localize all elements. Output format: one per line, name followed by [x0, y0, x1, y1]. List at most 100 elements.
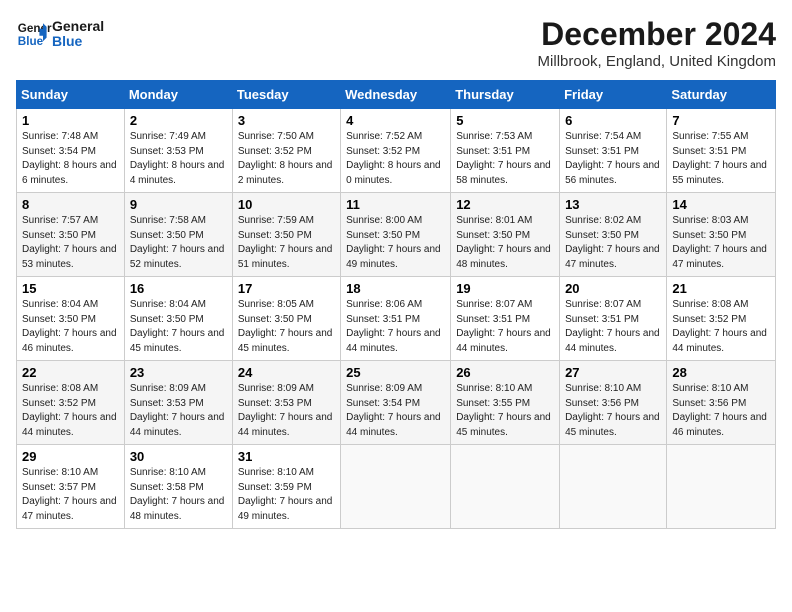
daylight-label: Daylight: 7 hours and 48 minutes. — [456, 244, 551, 270]
sunrise-label: Sunrise: 7:55 AM — [672, 131, 748, 142]
day-info: Sunrise: 8:03 AM Sunset: 3:50 PM Dayligh… — [672, 214, 770, 272]
sunset-label: Sunset: 3:52 PM — [22, 398, 96, 409]
calendar-week-row: 1 Sunrise: 7:48 AM Sunset: 3:54 PM Dayli… — [17, 109, 776, 193]
daylight-label: Daylight: 7 hours and 51 minutes. — [238, 244, 333, 270]
sunrise-label: Sunrise: 8:08 AM — [22, 383, 98, 394]
sunset-label: Sunset: 3:51 PM — [346, 314, 420, 325]
day-info: Sunrise: 8:02 AM Sunset: 3:50 PM Dayligh… — [565, 214, 661, 272]
sunrise-label: Sunrise: 8:10 AM — [22, 467, 98, 478]
day-number: 15 — [22, 281, 119, 296]
sunrise-label: Sunrise: 8:00 AM — [346, 215, 422, 226]
table-row: 4 Sunrise: 7:52 AM Sunset: 3:52 PM Dayli… — [341, 109, 451, 193]
day-number: 26 — [456, 365, 554, 380]
sunset-label: Sunset: 3:50 PM — [22, 314, 96, 325]
day-number: 3 — [238, 113, 335, 128]
table-row: 23 Sunrise: 8:09 AM Sunset: 3:53 PM Dayl… — [124, 361, 232, 445]
sunrise-label: Sunrise: 8:05 AM — [238, 299, 314, 310]
daylight-label: Daylight: 7 hours and 44 minutes. — [22, 412, 117, 438]
table-row: 25 Sunrise: 8:09 AM Sunset: 3:54 PM Dayl… — [341, 361, 451, 445]
daylight-label: Daylight: 7 hours and 44 minutes. — [672, 328, 767, 354]
day-info: Sunrise: 7:54 AM Sunset: 3:51 PM Dayligh… — [565, 130, 661, 188]
day-number: 28 — [672, 365, 770, 380]
daylight-label: Daylight: 7 hours and 48 minutes. — [130, 496, 225, 522]
sunrise-label: Sunrise: 7:49 AM — [130, 131, 206, 142]
day-number: 30 — [130, 449, 227, 464]
day-number: 17 — [238, 281, 335, 296]
daylight-label: Daylight: 7 hours and 44 minutes. — [238, 412, 333, 438]
logo-blue: Blue — [52, 34, 104, 49]
sunrise-label: Sunrise: 8:06 AM — [346, 299, 422, 310]
table-row: 30 Sunrise: 8:10 AM Sunset: 3:58 PM Dayl… — [124, 445, 232, 529]
daylight-label: Daylight: 7 hours and 46 minutes. — [672, 412, 767, 438]
day-number: 10 — [238, 197, 335, 212]
daylight-label: Daylight: 8 hours and 6 minutes. — [22, 160, 117, 186]
day-info: Sunrise: 7:50 AM Sunset: 3:52 PM Dayligh… — [238, 130, 335, 188]
table-row: 21 Sunrise: 8:08 AM Sunset: 3:52 PM Dayl… — [667, 277, 776, 361]
col-tuesday: Tuesday — [232, 81, 340, 109]
col-thursday: Thursday — [451, 81, 560, 109]
daylight-label: Daylight: 7 hours and 44 minutes. — [565, 328, 660, 354]
sunset-label: Sunset: 3:51 PM — [456, 314, 530, 325]
day-number: 20 — [565, 281, 661, 296]
day-info: Sunrise: 8:01 AM Sunset: 3:50 PM Dayligh… — [456, 214, 554, 272]
sunrise-label: Sunrise: 7:50 AM — [238, 131, 314, 142]
table-row: 16 Sunrise: 8:04 AM Sunset: 3:50 PM Dayl… — [124, 277, 232, 361]
calendar-week-row: 8 Sunrise: 7:57 AM Sunset: 3:50 PM Dayli… — [17, 193, 776, 277]
day-number: 4 — [346, 113, 445, 128]
sunset-label: Sunset: 3:50 PM — [346, 230, 420, 241]
daylight-label: Daylight: 7 hours and 44 minutes. — [130, 412, 225, 438]
day-info: Sunrise: 7:48 AM Sunset: 3:54 PM Dayligh… — [22, 130, 119, 188]
daylight-label: Daylight: 7 hours and 49 minutes. — [238, 496, 333, 522]
daylight-label: Daylight: 7 hours and 47 minutes. — [672, 244, 767, 270]
calendar-subtitle: Millbrook, England, United Kingdom — [538, 53, 776, 70]
sunrise-label: Sunrise: 8:08 AM — [672, 299, 748, 310]
daylight-label: Daylight: 7 hours and 52 minutes. — [130, 244, 225, 270]
day-info: Sunrise: 7:55 AM Sunset: 3:51 PM Dayligh… — [672, 130, 770, 188]
day-info: Sunrise: 7:49 AM Sunset: 3:53 PM Dayligh… — [130, 130, 227, 188]
daylight-label: Daylight: 7 hours and 44 minutes. — [456, 328, 551, 354]
sunrise-label: Sunrise: 8:10 AM — [565, 383, 641, 394]
table-row: 1 Sunrise: 7:48 AM Sunset: 3:54 PM Dayli… — [17, 109, 125, 193]
calendar-table: Sunday Monday Tuesday Wednesday Thursday… — [16, 80, 776, 529]
daylight-label: Daylight: 7 hours and 55 minutes. — [672, 160, 767, 186]
sunrise-label: Sunrise: 8:04 AM — [22, 299, 98, 310]
col-wednesday: Wednesday — [341, 81, 451, 109]
sunset-label: Sunset: 3:52 PM — [346, 146, 420, 157]
table-row: 18 Sunrise: 8:06 AM Sunset: 3:51 PM Dayl… — [341, 277, 451, 361]
day-number: 14 — [672, 197, 770, 212]
table-row: 3 Sunrise: 7:50 AM Sunset: 3:52 PM Dayli… — [232, 109, 340, 193]
day-info: Sunrise: 8:10 AM Sunset: 3:58 PM Dayligh… — [130, 466, 227, 524]
logo: General Blue General Blue — [16, 16, 104, 52]
col-sunday: Sunday — [17, 81, 125, 109]
sunset-label: Sunset: 3:56 PM — [672, 398, 746, 409]
day-info: Sunrise: 7:53 AM Sunset: 3:51 PM Dayligh… — [456, 130, 554, 188]
sunset-label: Sunset: 3:51 PM — [565, 314, 639, 325]
sunrise-label: Sunrise: 8:04 AM — [130, 299, 206, 310]
table-row: 5 Sunrise: 7:53 AM Sunset: 3:51 PM Dayli… — [451, 109, 560, 193]
col-friday: Friday — [560, 81, 667, 109]
table-row: 24 Sunrise: 8:09 AM Sunset: 3:53 PM Dayl… — [232, 361, 340, 445]
sunrise-label: Sunrise: 7:58 AM — [130, 215, 206, 226]
col-monday: Monday — [124, 81, 232, 109]
daylight-label: Daylight: 7 hours and 58 minutes. — [456, 160, 551, 186]
sunset-label: Sunset: 3:50 PM — [130, 314, 204, 325]
table-row: 17 Sunrise: 8:05 AM Sunset: 3:50 PM Dayl… — [232, 277, 340, 361]
day-info: Sunrise: 8:09 AM Sunset: 3:54 PM Dayligh… — [346, 382, 445, 440]
table-row: 6 Sunrise: 7:54 AM Sunset: 3:51 PM Dayli… — [560, 109, 667, 193]
day-number: 11 — [346, 197, 445, 212]
table-row: 11 Sunrise: 8:00 AM Sunset: 3:50 PM Dayl… — [341, 193, 451, 277]
sunset-label: Sunset: 3:50 PM — [672, 230, 746, 241]
sunset-label: Sunset: 3:52 PM — [672, 314, 746, 325]
day-number: 22 — [22, 365, 119, 380]
day-number: 19 — [456, 281, 554, 296]
daylight-label: Daylight: 8 hours and 0 minutes. — [346, 160, 441, 186]
table-row: 7 Sunrise: 7:55 AM Sunset: 3:51 PM Dayli… — [667, 109, 776, 193]
day-info: Sunrise: 8:10 AM Sunset: 3:56 PM Dayligh… — [565, 382, 661, 440]
day-info: Sunrise: 8:10 AM Sunset: 3:56 PM Dayligh… — [672, 382, 770, 440]
sunrise-label: Sunrise: 7:59 AM — [238, 215, 314, 226]
day-number: 18 — [346, 281, 445, 296]
daylight-label: Daylight: 8 hours and 2 minutes. — [238, 160, 333, 186]
calendar-week-row: 22 Sunrise: 8:08 AM Sunset: 3:52 PM Dayl… — [17, 361, 776, 445]
day-info: Sunrise: 8:09 AM Sunset: 3:53 PM Dayligh… — [130, 382, 227, 440]
day-number: 9 — [130, 197, 227, 212]
